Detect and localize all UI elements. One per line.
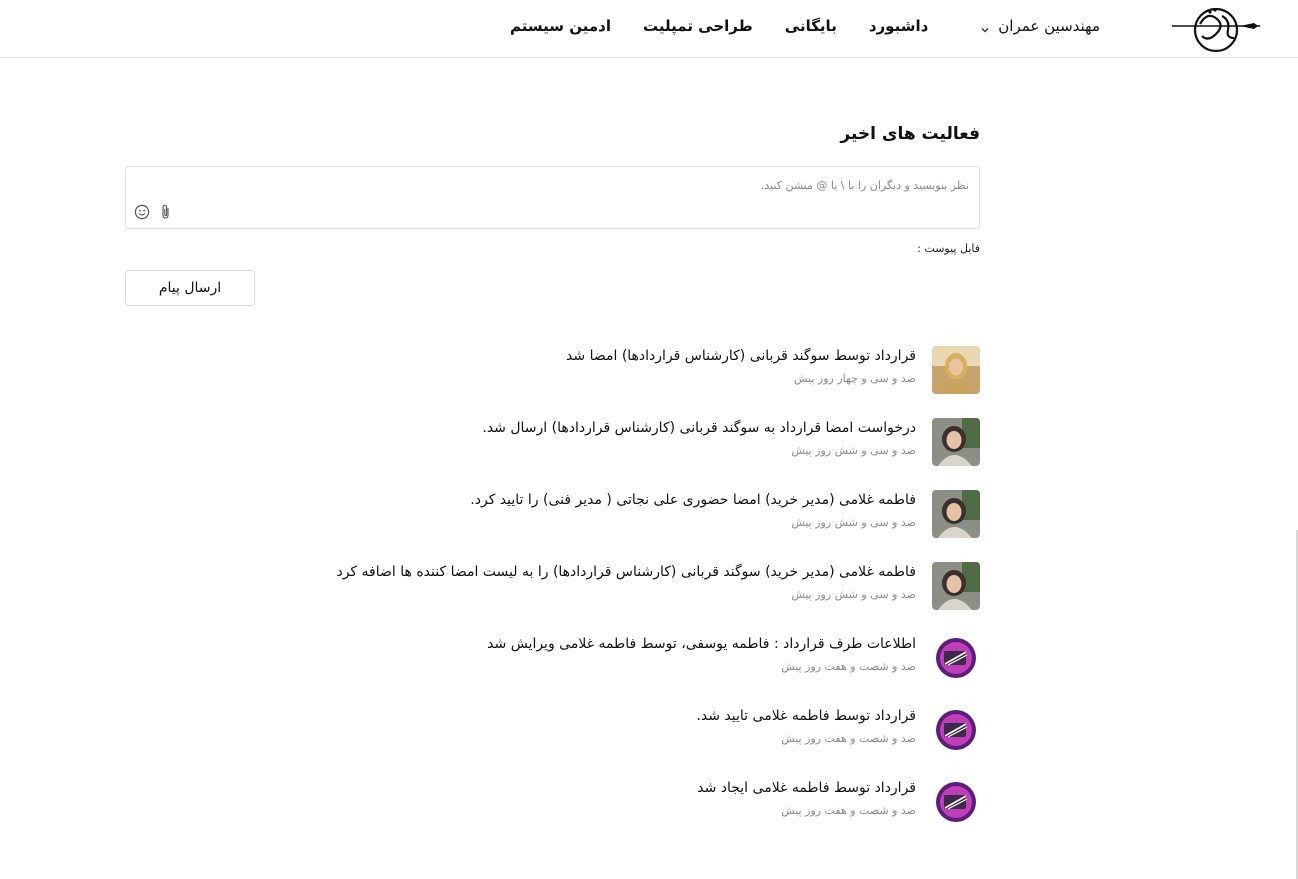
list-item: فاطمه غلامی (مدیر خرید) امضا حضوری علی ن… [125,490,980,562]
activity-time: صد و شصت و هفت روز پیش [781,804,916,817]
activity-text: قرارداد توسط فاطمه غلامی تایید شد. [696,708,916,724]
system-avatar-icon [932,778,980,826]
activity-time: صد و سی و شش روز پیش [791,588,916,601]
activity-text: فاطمه غلامی (مدیر خرید) امضا حضوری علی ن… [470,492,916,508]
comment-input[interactable]: نظر بنویسید و دیگران را با \ یا @ منشن ک… [125,166,980,229]
avatar [932,346,980,394]
nav-dashboard[interactable]: داشبورد [869,17,928,35]
avatar-photo-woman-icon [932,346,980,394]
chevron-down-icon [980,21,990,33]
comment-toolbar [133,203,175,221]
activity-text: اطلاعات طرف قرارداد : فاطمه یوسفی، توسط … [487,636,916,652]
attachment-label: فایل پیوست : [917,242,980,255]
send-message-button[interactable]: ارسال پیام [125,270,255,306]
logo-icon [1172,7,1260,53]
user-menu-label: مهندسین عمران [998,17,1100,35]
avatar-photo-woman-icon [932,418,980,466]
top-header: مهندسین عمران داشبورد بایگانی طراحی تمپل… [0,0,1298,58]
activity-time: صد و شصت و هفت روز پیش [781,732,916,745]
system-avatar-icon [932,706,980,754]
list-item: قرارداد توسط فاطمه غلامی ایجاد شد صد و ش… [125,778,980,850]
avatar-photo-woman-icon [932,562,980,610]
avatar [932,418,980,466]
main-nav: مهندسین عمران داشبورد بایگانی طراحی تمپل… [510,14,1100,38]
activity-time: صد و سی و شش روز پیش [791,444,916,457]
nav-template-design[interactable]: طراحی تمپلیت [643,17,753,35]
activity-text: قرارداد توسط فاطمه غلامی ایجاد شد [697,780,916,796]
comment-placeholder: نظر بنویسید و دیگران را با \ یا @ منشن ک… [760,179,969,192]
brand-logo[interactable] [1170,2,1262,54]
paperclip-icon[interactable] [157,203,175,221]
activity-time: صد و سی و شش روز پیش [791,516,916,529]
list-item: قرارداد توسط فاطمه غلامی تایید شد. صد و … [125,706,980,778]
avatar [932,634,980,682]
nav-system-admin[interactable]: ادمین سیستم [510,17,611,35]
system-avatar-icon [932,634,980,682]
activity-time: صد و سی و چهار روز پیش [794,372,916,385]
avatar-photo-woman-icon [932,490,980,538]
emoji-icon[interactable] [133,203,151,221]
activity-text: قرارداد توسط سوگند قربانی (کارشناس قرارد… [566,348,916,364]
avatar [932,706,980,754]
user-menu-dropdown[interactable]: مهندسین عمران [980,17,1100,35]
list-item: اطلاعات طرف قرارداد : فاطمه یوسفی، توسط … [125,634,980,706]
activity-text: درخواست امضا قرارداد به سوگند قربانی (کا… [482,420,916,436]
avatar [932,562,980,610]
page-title: فعالیت های اخیر [840,124,980,144]
activity-list: قرارداد توسط سوگند قربانی (کارشناس قرارد… [125,346,980,850]
activity-time: صد و شصت و هفت روز پیش [781,660,916,673]
nav-archive[interactable]: بایگانی [785,17,837,35]
list-item: درخواست امضا قرارداد به سوگند قربانی (کا… [125,418,980,490]
activity-text: فاطمه غلامی (مدیر خرید) سوگند قربانی (کا… [336,564,916,580]
avatar [932,490,980,538]
avatar [932,778,980,826]
list-item: قرارداد توسط سوگند قربانی (کارشناس قرارد… [125,346,980,418]
list-item: فاطمه غلامی (مدیر خرید) سوگند قربانی (کا… [125,562,980,634]
